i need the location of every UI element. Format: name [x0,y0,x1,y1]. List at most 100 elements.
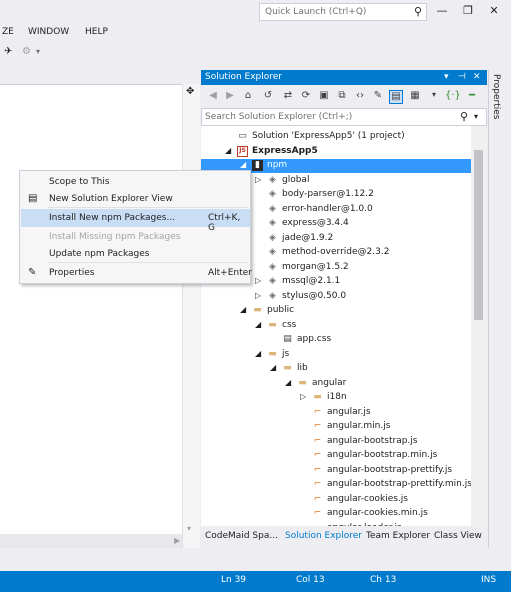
properties-side-panel[interactable] [488,70,511,548]
collapsed-arrow-icon[interactable]: ▷ [255,175,261,184]
minimize-button[interactable]: — [432,4,452,20]
main-toolbar: ✈ ⚙ ▾ [0,42,200,62]
tree-item-label: angular.min.js [327,421,391,431]
view-designer-icon[interactable]: ▦ [408,90,422,104]
dropdown-icon[interactable]: ▾ [36,47,40,56]
tree-item[interactable]: ◢ ▬ angular [201,377,471,391]
horizontal-scrollbar[interactable]: ▶ [0,534,182,548]
folder-icon: ▬ [283,363,292,373]
solution-explorer-title: Solution Explorer [205,72,282,82]
tree-item[interactable]: ◢ ▬ lib [201,362,471,376]
menu-item-new-view[interactable]: ▤ New Solution Explorer View [21,190,250,208]
dropdown-icon[interactable]: ▾ [444,72,449,82]
tree-scroll-thumb[interactable] [474,150,483,320]
code-editor[interactable] [0,84,182,534]
menu-item-properties[interactable]: ✎ Properties Alt+Enter [21,264,252,282]
tree-item[interactable]: ▷ ▬ i18n [201,391,471,405]
tree-item[interactable]: ◢ ▬ js [201,348,471,362]
context-menu: Scope to This ▤ New Solution Explorer View… [19,170,252,284]
tree-item[interactable]: ▷ ◈ stylus@0.50.0 [201,290,471,304]
js-file-icon: ⌐ [313,508,322,518]
history-icon[interactable]: ↺ [261,90,275,104]
editor-scroll-strip[interactable]: ✥ ▾ [182,84,200,548]
preview-icon[interactable]: ▤ [389,90,403,104]
collapse-icon[interactable]: ━ [465,90,479,104]
menu-item-update-npm[interactable]: Update npm Packages [21,245,250,263]
tab-class-view[interactable]: Class View [434,531,482,541]
json-icon[interactable]: {·} [445,90,461,104]
scroll-right-icon[interactable]: ▶ [174,536,180,545]
menu-item-label: Scope to This [49,177,110,187]
tree-item[interactable]: ⌐ angular-cookies.min.js [201,507,471,521]
search-icon[interactable]: ⚲ [414,5,422,18]
tree-item[interactable]: ⌐ angular-bootstrap.min.js [201,449,471,463]
sync-icon[interactable]: ⇄ [281,90,295,104]
tree-item[interactable]: ◢ JS ExpressApp5 [201,145,471,159]
collapsed-arrow-icon[interactable]: ▷ [255,291,261,300]
collapsed-arrow-icon[interactable]: ▷ [300,392,306,401]
properties-icon[interactable]: ✎ [371,90,385,104]
js-file-icon: ⌐ [313,421,322,431]
menu-item-install-new-npm[interactable]: Install New npm Packages... Ctrl+K, G [21,209,250,233]
home-icon[interactable]: ⌂ [241,90,255,104]
tree-item[interactable]: ◢ ▬ css [201,319,471,333]
menu-item-analyze[interactable]: ZE [2,27,14,37]
close-icon[interactable]: ✕ [473,72,481,82]
menu-item-label: Install New npm Packages... [49,213,176,223]
scroll-down-icon[interactable]: ▾ [187,524,191,533]
attach-icon[interactable]: ⚙ [22,46,31,57]
tree-item[interactable]: ⌐ angular.min.js [201,420,471,434]
quick-launch-input[interactable]: Quick Launch (Ctrl+Q) ⚲ [259,3,427,21]
expanded-arrow-icon[interactable]: ◢ [285,378,291,387]
view-code-icon[interactable]: ‹› [353,90,367,104]
expanded-arrow-icon[interactable]: ◢ [240,305,246,314]
tree-item[interactable]: ⌐ angular.js [201,406,471,420]
properties-tab[interactable]: Properties [491,74,501,119]
back-icon[interactable]: ◀ [206,90,220,104]
collapse-all-icon[interactable]: ▣ [317,90,331,104]
tree-item[interactable]: ▤ app.css [201,333,471,347]
expanded-arrow-icon[interactable]: ◢ [270,363,276,372]
tree-item[interactable]: ▭ Solution 'ExpressApp5' (1 project) [201,130,471,144]
tab-team-explorer[interactable]: Team Explorer [366,531,430,541]
tree-item[interactable]: ⌐ angular-loader.js [201,522,471,527]
dropdown-icon[interactable]: ▾ [427,90,441,104]
menu-item-help[interactable]: HELP [85,27,108,37]
title-bar: Quick Launch (Ctrl+Q) ⚲ — ❐ ✕ [0,0,511,24]
menu-item-window[interactable]: WINDOW [28,27,69,37]
status-char: Ch 13 [370,575,397,585]
forward-icon[interactable]: ▶ [223,90,237,104]
expanded-arrow-icon[interactable]: ◢ [240,160,246,169]
tree-item[interactable]: ⌐ angular-bootstrap-prettify.js [201,464,471,478]
menu-item-label: Properties [49,268,95,278]
dropdown-icon[interactable]: ▾ [474,112,478,121]
tree-item[interactable]: ◢ ▬ public [201,304,471,318]
pin-icon[interactable]: ✈ [4,46,12,57]
close-button[interactable]: ✕ [484,4,504,20]
package-icon: ◈ [269,218,276,228]
tree-item[interactable]: ⌐ angular-bootstrap.js [201,435,471,449]
tab-solution-explorer[interactable]: Solution Explorer [285,531,362,541]
js-file-icon: ⌐ [313,493,322,504]
npm-icon: ▮ [252,160,263,171]
tool-window-tabs: CodeMaid Spa... Solution Explorer Team E… [201,528,487,546]
js-file-icon: ⌐ [313,450,322,460]
expanded-arrow-icon[interactable]: ◢ [255,349,261,358]
menu-item-scope-to-this[interactable]: Scope to This [21,173,250,191]
split-icon[interactable]: ✥ [186,86,194,97]
tree-item-label: npm [267,160,288,170]
restore-button[interactable]: ❐ [458,4,478,20]
pin-icon[interactable]: ⊣ [458,72,466,82]
tree-item[interactable]: ⌐ angular-bootstrap-prettify.min.js [201,478,471,492]
package-icon: ◈ [269,189,276,199]
search-icon[interactable]: ⚲ [460,110,468,123]
collapsed-arrow-icon[interactable]: ▷ [255,276,261,285]
solution-explorer-search-input[interactable]: Search Solution Explorer (Ctrl+;) ⚲ ▾ [201,108,487,126]
tree-item[interactable]: ⌐ angular-cookies.js [201,493,471,507]
show-all-files-icon[interactable]: ⧉ [335,90,349,104]
expanded-arrow-icon[interactable]: ◢ [225,146,231,155]
menu-item-label: Install Missing npm Packages [49,232,181,242]
expanded-arrow-icon[interactable]: ◢ [255,320,261,329]
refresh-icon[interactable]: ⟳ [299,90,313,104]
tab-codemaid[interactable]: CodeMaid Spa... [205,531,278,541]
